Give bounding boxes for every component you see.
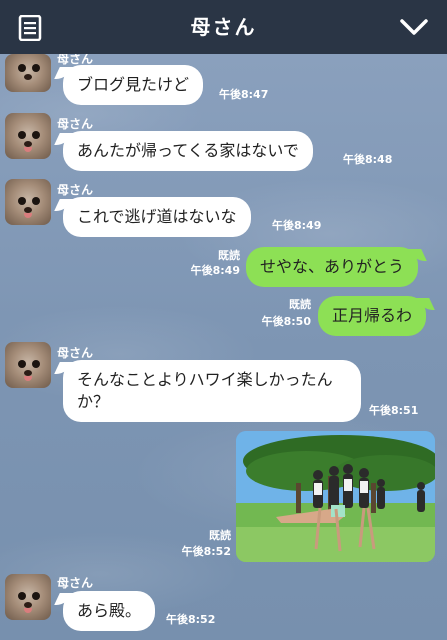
message-bubble[interactable]: せやな、ありがとう [246,247,419,287]
message-time: 午後8:51 [369,404,419,417]
chat-title: 母さん [190,15,257,39]
avatar[interactable] [5,179,51,225]
message-bubble[interactable]: そんなことよりハワイ楽しかったんか？ [63,360,361,422]
read-receipt: 既読 [209,529,231,542]
message-time: 午後8:47 [219,88,269,101]
sender-name: 母さん [57,346,94,360]
read-receipt: 既読 [289,298,311,311]
sender-name: 母さん [57,183,94,197]
message-time: 午後8:52 [166,613,216,626]
message-bubble[interactable]: ブログ見たけど [63,65,204,105]
collapse-button[interactable] [399,16,429,38]
message-time: 午後8:49 [272,219,322,232]
avatar[interactable] [5,54,51,92]
message-bubble[interactable]: あら殿。 [63,591,156,631]
sender-name: 母さん [57,117,94,131]
sender-name: 母さん [57,576,94,590]
avatar[interactable] [5,113,51,159]
message-time: 午後8:49 [190,264,240,277]
read-receipt: 既読 [218,249,240,262]
message-time: 午後8:50 [261,315,311,328]
message-list[interactable]: 母さん ブログ見たけど 午後8:47 母さん あんたが帰ってくる家はないで 午後… [0,54,447,640]
message-bubble[interactable]: あんたが帰ってくる家はないで [63,131,313,171]
photo-image [236,431,435,562]
avatar[interactable] [5,342,51,388]
chevron-down-icon [400,19,428,35]
avatar[interactable] [5,574,51,620]
message-time: 午後8:48 [343,153,393,166]
message-time: 午後8:52 [181,545,231,558]
message-bubble[interactable]: 正月帰るわ [318,296,427,336]
message-bubble[interactable]: これで逃げ道はないな [63,197,251,237]
chat-header: 母さん [0,0,447,54]
group-photo[interactable] [236,431,435,562]
